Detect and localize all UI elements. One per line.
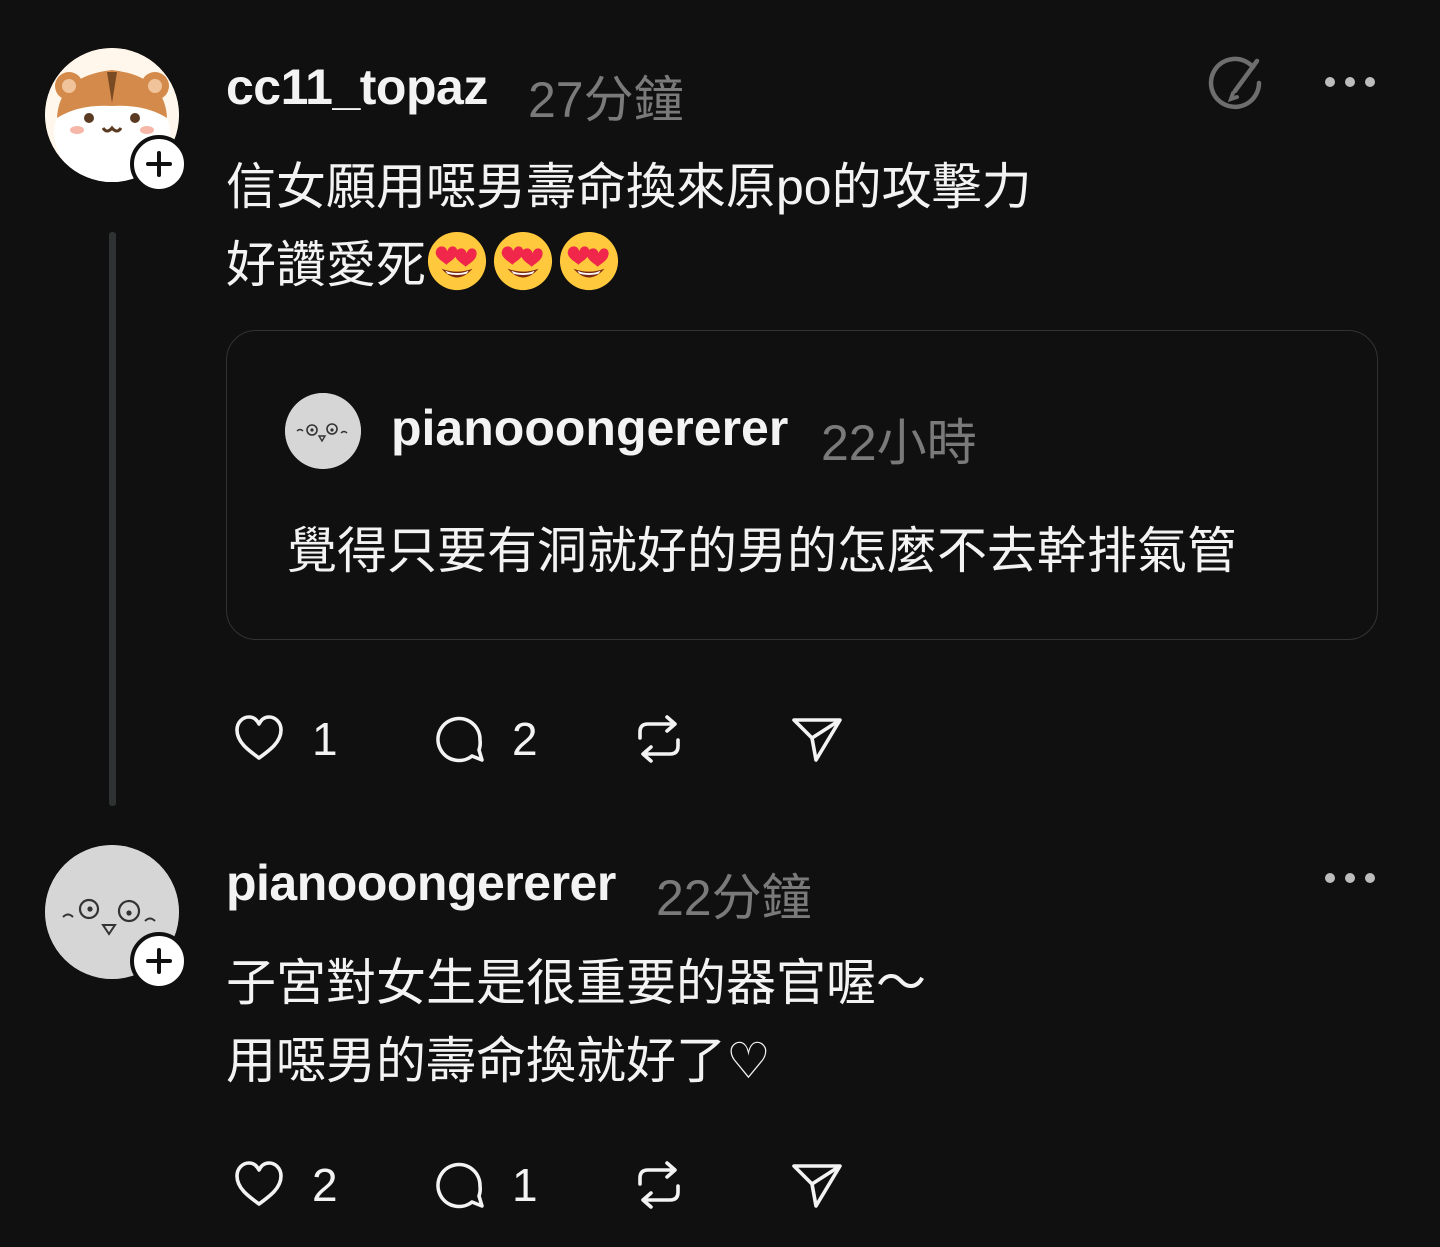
thread-line — [109, 232, 116, 806]
heart-eyes-emoji-icon — [493, 231, 553, 291]
follow-button[interactable] — [130, 932, 188, 990]
heart-eyes-emoji-icon — [559, 231, 619, 291]
follow-button[interactable] — [130, 135, 188, 193]
repost-icon — [638, 1161, 680, 1209]
plus-icon — [146, 948, 172, 974]
post-text-line-2: 用噁男的壽命換就好了♡ — [226, 1033, 771, 1089]
edit-button[interactable] — [1206, 52, 1268, 114]
post-text-line-2: 好讚愛死 — [226, 226, 624, 304]
post-username[interactable]: cc11_topaz — [226, 58, 488, 116]
like-button[interactable]: 1 — [232, 712, 338, 766]
heart-icon — [235, 1161, 283, 1206]
more-button[interactable] — [1318, 64, 1382, 100]
reply-button[interactable]: 1 — [432, 1158, 538, 1212]
post-text-line-1: 信女願用噁男壽命換來原po的攻擊力 — [226, 159, 1032, 215]
reply-count: 2 — [512, 713, 538, 765]
heart-icon — [235, 715, 283, 760]
edit-icon — [1208, 56, 1262, 110]
more-button[interactable] — [1318, 860, 1382, 896]
post-text-line-1: 子宮對女生是很重要的器官喔～ — [226, 955, 926, 1011]
post-2: pianooongererer 22分鐘 子宮對女生是很重要的器官喔～ 用噁男的… — [0, 820, 1440, 1247]
quoted-avatar[interactable] — [285, 393, 361, 469]
repost-button[interactable] — [632, 712, 686, 766]
like-button[interactable]: 2 — [232, 1158, 338, 1212]
reply-button[interactable]: 2 — [432, 712, 538, 766]
post-time: 22分鐘 — [656, 870, 812, 926]
quoted-post-card[interactable]: pianooongererer 22小時 覺得只要有洞就好的男的怎麼不去幹排氣管 — [226, 330, 1378, 640]
more-icon — [1325, 873, 1375, 883]
quoted-time: 22小時 — [821, 415, 977, 471]
like-count: 2 — [312, 1159, 338, 1211]
post-time: 27分鐘 — [528, 72, 684, 128]
quoted-text: 覺得只要有洞就好的男的怎麼不去幹排氣管 — [287, 523, 1237, 579]
share-button[interactable] — [790, 1158, 844, 1212]
repost-icon — [638, 715, 680, 763]
post-1: cc11_topaz 27分鐘 信女願用噁男壽命換來原po的攻擊力 好讚愛死 p… — [0, 0, 1440, 820]
comment-icon — [436, 716, 484, 763]
quoted-username[interactable]: pianooongererer — [391, 399, 788, 457]
more-icon — [1325, 77, 1375, 87]
heart-eyes-emoji-icon — [427, 231, 487, 291]
post-text-line-2-label: 好讚愛死 — [226, 237, 426, 293]
plus-icon — [146, 151, 172, 177]
send-icon — [792, 1164, 842, 1208]
post-username[interactable]: pianooongererer — [226, 854, 616, 912]
share-button[interactable] — [790, 712, 844, 766]
comment-icon — [436, 1162, 484, 1209]
repost-button[interactable] — [632, 1158, 686, 1212]
like-count: 1 — [312, 713, 338, 765]
reply-count: 1 — [512, 1159, 538, 1211]
send-icon — [792, 718, 842, 762]
